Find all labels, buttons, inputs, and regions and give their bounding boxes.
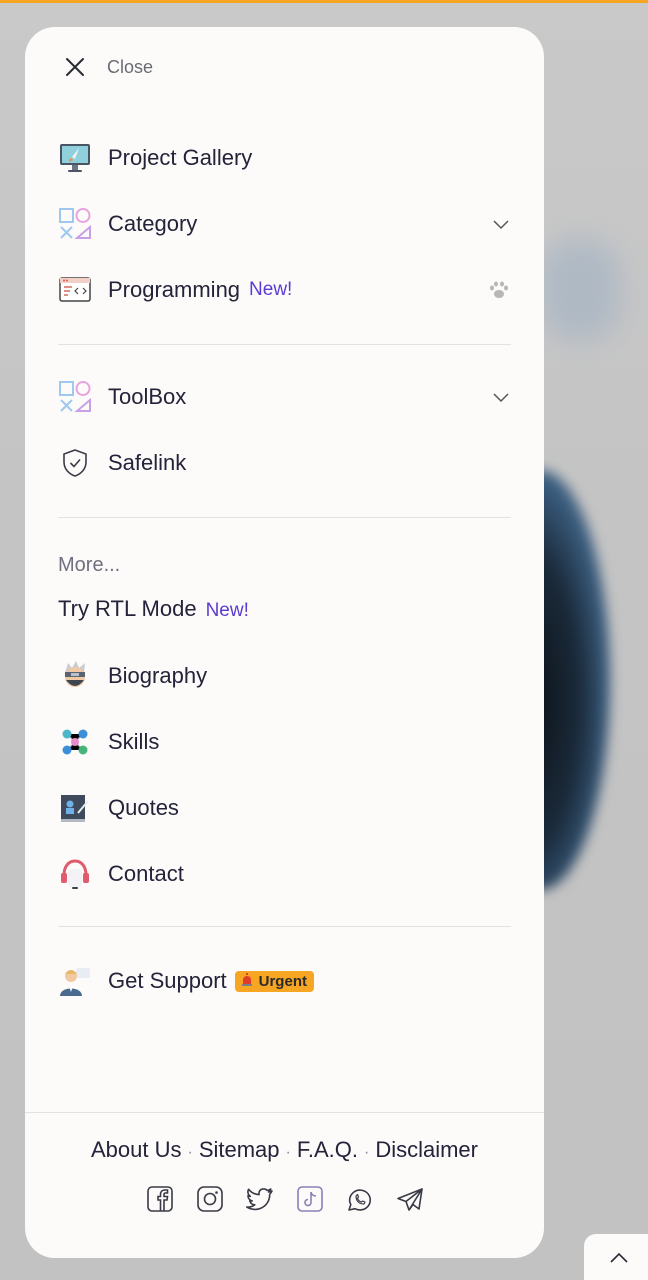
menu-divider — [58, 517, 511, 518]
menu-item-label: Category — [108, 211, 198, 236]
chevron-down-icon[interactable] — [491, 387, 511, 407]
support-agent-icon — [58, 964, 92, 998]
whatsapp-icon[interactable] — [346, 1185, 374, 1213]
scroll-to-top-button[interactable] — [584, 1234, 648, 1280]
rtl-mode-label: Try RTL Mode — [58, 596, 197, 621]
social-links — [25, 1185, 544, 1213]
siren-icon — [240, 972, 254, 990]
footer-link-sitemap[interactable]: Sitemap — [199, 1137, 280, 1162]
facebook-icon[interactable] — [146, 1185, 174, 1213]
close-icon — [63, 55, 87, 79]
menu-item-programming[interactable]: Programming New! — [58, 270, 511, 310]
menu-item-label: Programming — [108, 277, 241, 302]
menu-item-label: Get Support — [108, 968, 227, 993]
menu-item-get-support[interactable]: Get Support Urgent — [58, 961, 511, 1001]
paw-icon — [487, 278, 511, 302]
shapes-icon — [58, 380, 92, 414]
menu-item-quotes[interactable]: Quotes — [58, 788, 511, 828]
menu-item-biography[interactable]: Biography — [58, 656, 511, 696]
more-heading: More... — [58, 554, 121, 576]
footer-divider — [25, 1112, 544, 1113]
close-label: Close — [107, 56, 154, 77]
ninja-avatar-icon — [58, 659, 92, 693]
shield-check-icon — [58, 446, 92, 480]
footer-link-disclaimer[interactable]: Disclaimer — [375, 1137, 478, 1162]
top-accent-bar — [0, 0, 648, 3]
menu-item-category[interactable]: Category — [58, 204, 511, 244]
footer-link-faq[interactable]: F.A.Q. — [297, 1137, 358, 1162]
menu-divider — [58, 926, 511, 927]
new-badge: New! — [205, 600, 249, 621]
shapes-icon — [58, 207, 92, 241]
menu-item-label: Biography — [108, 663, 208, 688]
menu-item-contact[interactable]: Contact — [58, 854, 511, 894]
footer-separator: · — [187, 1144, 193, 1161]
code-window-icon — [58, 273, 92, 307]
twitter-icon[interactable] — [245, 1185, 274, 1213]
menu-item-project-gallery[interactable]: Project Gallery — [58, 138, 511, 178]
urgent-label: Urgent — [258, 972, 307, 990]
tiktok-icon[interactable] — [296, 1185, 324, 1213]
close-button[interactable]: Close — [63, 55, 153, 79]
menu-item-label: Safelink — [108, 450, 187, 475]
headset-icon — [58, 857, 92, 891]
quote-board-icon — [58, 791, 92, 825]
footer-separator: · — [363, 1144, 370, 1161]
menu-item-skills[interactable]: Skills — [58, 722, 511, 762]
instagram-icon[interactable] — [196, 1185, 224, 1213]
menu-item-toolbox[interactable]: ToolBox — [58, 377, 511, 417]
menu-item-label: ToolBox — [108, 384, 187, 409]
menu-item-label: Skills — [108, 729, 160, 754]
chevron-down-icon[interactable] — [491, 214, 511, 234]
menu-divider — [58, 344, 511, 345]
telegram-icon[interactable] — [396, 1185, 424, 1213]
chevron-up-icon — [608, 1247, 630, 1274]
side-menu-panel: Close Project Gallery Category Programmi… — [25, 27, 544, 1258]
rtl-mode-toggle[interactable]: Try RTL Mode New! — [58, 596, 249, 622]
rocket-monitor-icon — [58, 141, 92, 175]
menu-item-label: Contact — [108, 861, 184, 886]
skills-network-icon — [58, 725, 92, 759]
footer-separator: · — [285, 1144, 291, 1161]
footer-link-about-us[interactable]: About Us — [91, 1137, 182, 1162]
background-shape — [540, 240, 620, 340]
footer-links: About Us · Sitemap · F.A.Q. · Disclaimer — [25, 1137, 544, 1163]
urgent-badge: Urgent — [234, 970, 314, 992]
menu-item-label: Project Gallery — [108, 145, 253, 170]
new-badge: New! — [249, 279, 293, 300]
menu-item-safelink[interactable]: Safelink — [58, 443, 511, 483]
menu-item-label: Quotes — [108, 795, 179, 820]
